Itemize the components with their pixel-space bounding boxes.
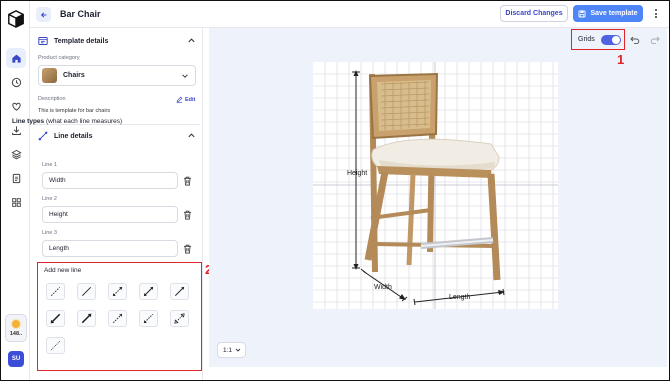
trash-icon[interactable]: [183, 210, 192, 220]
chevron-up-icon[interactable]: [187, 36, 196, 45]
tool-bold-arrow-end[interactable]: [77, 310, 96, 327]
tool-outline-arrow-both[interactable]: [170, 310, 189, 327]
line-2-input[interactable]: Height: [42, 206, 178, 223]
template-details-header[interactable]: Template details: [38, 34, 196, 48]
category-label: Product category: [38, 55, 80, 61]
grid-icon: [11, 197, 21, 207]
arrow-left-icon: [40, 11, 46, 18]
dashed-arrow-both-icon: [112, 286, 123, 297]
template-icon: [38, 37, 48, 45]
bold-arrow-end-icon: [81, 313, 92, 324]
chevron-up-icon[interactable]: [187, 131, 196, 140]
grids-toggle-control[interactable]: Grids: [571, 29, 625, 50]
tool-solid-arrow-end[interactable]: [170, 283, 189, 300]
more-options-icon[interactable]: [650, 7, 662, 20]
download-icon: [11, 125, 21, 135]
bar-chair-image: [364, 72, 501, 281]
save-template-button[interactable]: Save template: [573, 5, 643, 22]
save-icon: [578, 10, 586, 17]
nav-apps[interactable]: [6, 192, 26, 212]
document-icon: [12, 173, 20, 183]
home-icon: [11, 54, 21, 63]
add-new-line-title: Add new line: [44, 267, 82, 274]
dashed-line-icon: [50, 286, 61, 297]
trash-icon[interactable]: [183, 176, 192, 186]
credits-badge[interactable]: 148..: [5, 314, 27, 342]
add-new-line-panel: Add new line: [37, 262, 202, 371]
line-types-title: Line types (what each line measures): [12, 118, 122, 125]
solid-line-icon: [81, 286, 92, 297]
tool-dashed-arrow-start[interactable]: [139, 310, 158, 327]
page-title: Bar Chair: [60, 9, 101, 19]
height-label: Height: [347, 170, 367, 177]
line-1-input[interactable]: Width: [42, 172, 178, 189]
outline-arrow-both-icon: [174, 313, 185, 324]
description-label: Description: [38, 96, 66, 102]
line-tool-icon: [38, 131, 48, 141]
category-select[interactable]: Chairs: [38, 65, 196, 86]
solid-arrow-both-icon: [143, 286, 154, 297]
left-rail: 148.. SU: [1, 1, 30, 380]
tool-dashed-line[interactable]: [46, 283, 65, 300]
grids-label: Grids: [578, 36, 595, 43]
tool-bold-arrow-start[interactable]: [46, 310, 65, 327]
nav-layers[interactable]: [6, 144, 26, 164]
avatar[interactable]: SU: [8, 351, 24, 367]
app-logo-icon[interactable]: [7, 10, 25, 28]
nav-documents[interactable]: [6, 168, 26, 188]
tool-dashed-arrow-both[interactable]: [108, 283, 127, 300]
history-icon: [11, 77, 21, 87]
nav-home[interactable]: [6, 48, 26, 68]
line-types-hint: (what each line measures): [44, 118, 123, 125]
bold-arrow-start-icon: [50, 313, 61, 324]
category-value: Chairs: [63, 72, 85, 79]
width-label: Width: [374, 284, 392, 291]
product-grid-svg: Height Width Length: [313, 62, 558, 309]
tool-solid-line[interactable]: [77, 283, 96, 300]
credits-count: 148..: [9, 331, 23, 337]
dashed-arrow-start-icon: [143, 313, 154, 324]
dotted-line-icon: [50, 340, 61, 351]
save-template-label: Save template: [590, 10, 638, 17]
nav-history[interactable]: [6, 72, 26, 92]
template-details-title: Template details: [54, 37, 109, 45]
length-label: Length: [449, 294, 471, 301]
line-details-header[interactable]: Line details: [38, 129, 196, 143]
redo-icon[interactable]: [650, 35, 660, 45]
heart-icon: [11, 102, 21, 111]
tool-dashed-arrow-end[interactable]: [108, 310, 127, 327]
product-image-canvas[interactable]: Height Width Length: [313, 62, 558, 309]
line-3-input[interactable]: Length: [42, 240, 178, 257]
line-3-label: Line 3: [42, 230, 57, 236]
line-2-label: Line 2: [42, 196, 57, 202]
discard-changes-button[interactable]: Discard Changes: [500, 5, 568, 22]
zoom-value: 1:1: [223, 346, 233, 354]
undo-icon[interactable]: [630, 35, 640, 45]
line-1-label: Line 1: [42, 162, 57, 168]
back-button[interactable]: [36, 7, 51, 22]
category-thumbnail: [42, 68, 57, 83]
chevron-down-icon: [182, 74, 188, 78]
description-value: This is template for bar chairs: [38, 108, 111, 114]
layers-icon: [10, 149, 22, 159]
grids-toggle[interactable]: [600, 34, 621, 45]
dashed-arrow-end-icon: [112, 313, 123, 324]
trash-icon[interactable]: [183, 244, 192, 254]
annotation-marker-1: 1: [617, 52, 625, 67]
line-types-bold: Line types: [12, 118, 45, 125]
tool-dotted-line[interactable]: [46, 337, 65, 354]
pencil-icon: [176, 96, 183, 103]
zoom-select[interactable]: 1:1: [217, 342, 246, 358]
tool-solid-arrow-both[interactable]: [139, 283, 158, 300]
line-details-title: Line details: [54, 132, 93, 140]
edit-label: Edit: [185, 96, 196, 103]
nav-favorites[interactable]: [6, 96, 26, 116]
chevron-down-icon: [235, 348, 241, 352]
solid-arrow-end-icon: [174, 286, 185, 297]
coin-icon: [11, 319, 21, 329]
edit-description-button[interactable]: Edit: [176, 96, 195, 103]
